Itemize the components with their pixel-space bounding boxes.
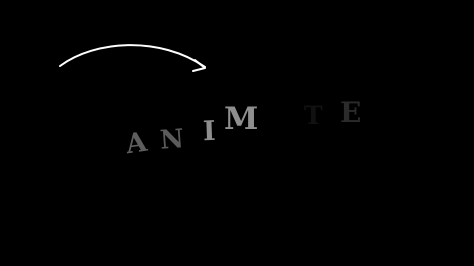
animation-canvas: A N I M T E	[0, 0, 474, 266]
letter-m: M	[224, 101, 259, 137]
letter-t: T	[304, 101, 323, 130]
letter-i: I	[202, 115, 217, 148]
letter-e: E	[340, 96, 362, 129]
letter-n: N	[158, 124, 185, 156]
letter-a: A	[123, 126, 150, 161]
